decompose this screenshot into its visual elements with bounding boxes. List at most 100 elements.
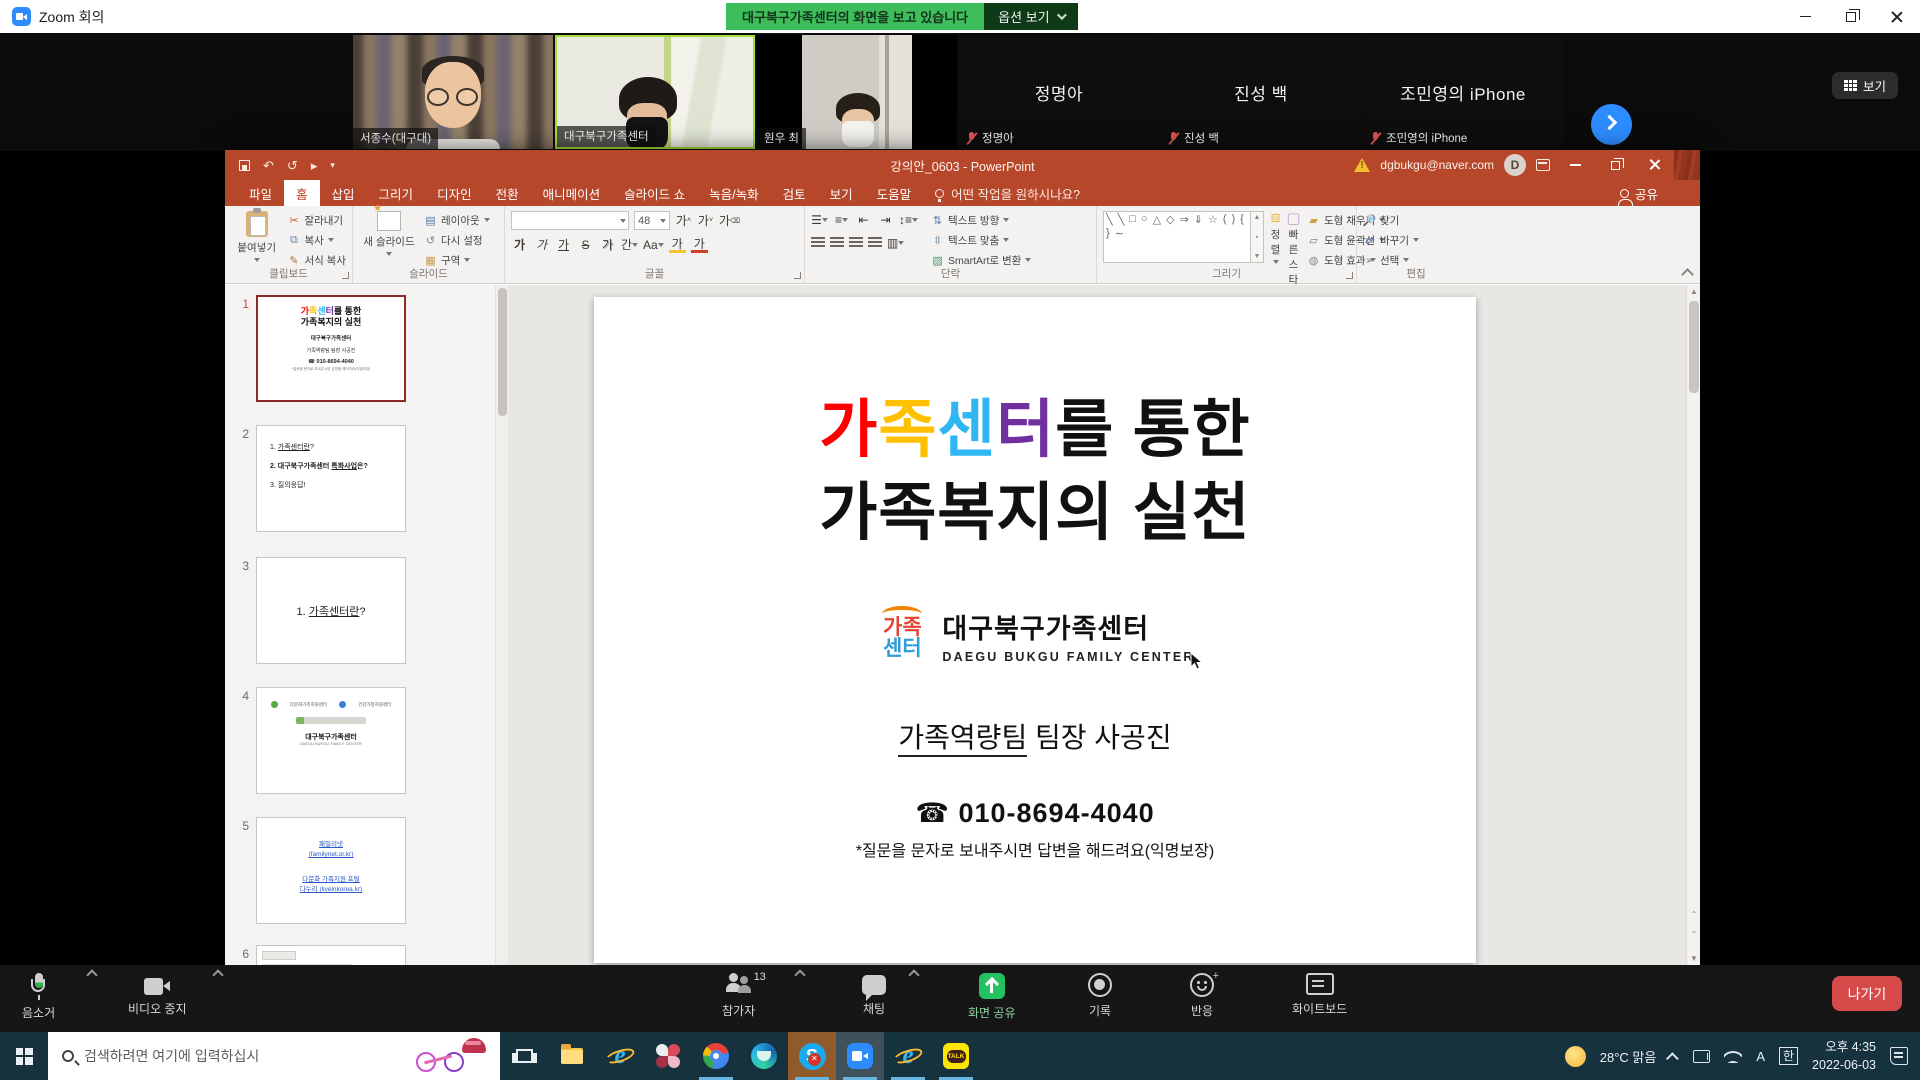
participant-tile-active-speaker[interactable]: 대구북구가족센터 bbox=[555, 35, 755, 149]
zoom-app-button[interactable] bbox=[836, 1032, 884, 1080]
ime-lang-a[interactable]: A bbox=[1756, 1049, 1765, 1064]
tab-slideshow[interactable]: 슬라이드 쇼 bbox=[612, 180, 697, 206]
account-avatar[interactable]: D bbox=[1504, 154, 1526, 176]
shapes-gallery[interactable]: ╲╲□○△◇ ⇒⇓☆(){}∼ bbox=[1103, 211, 1251, 263]
collapse-ribbon-button[interactable] bbox=[1681, 268, 1694, 281]
tab-transitions[interactable]: 전환 bbox=[484, 180, 531, 206]
numbering-button[interactable]: ≡ bbox=[833, 211, 850, 228]
underline-button[interactable]: 가 bbox=[555, 236, 572, 253]
participants-caret[interactable] bbox=[794, 969, 805, 980]
layout-button[interactable]: ▤레이아웃 bbox=[424, 211, 490, 229]
chrome-button[interactable] bbox=[692, 1032, 740, 1080]
text-shadow-button[interactable]: 가 bbox=[599, 236, 616, 253]
show-hidden-icons-caret[interactable] bbox=[1666, 1052, 1679, 1065]
next-participants-button[interactable] bbox=[1591, 104, 1632, 145]
italic-button[interactable]: 가 bbox=[533, 236, 550, 253]
taskbar-search[interactable]: 검색하려면 여기에 입력하십시 bbox=[48, 1032, 500, 1080]
align-right-button[interactable] bbox=[849, 237, 863, 249]
ppt-close-button[interactable] bbox=[1640, 150, 1670, 180]
browser-e-button[interactable]: e bbox=[884, 1032, 932, 1080]
participant-tile[interactable]: 조민영의 iPhone 조민영의 iPhone bbox=[1363, 35, 1563, 149]
file-explorer-button[interactable] bbox=[548, 1032, 596, 1080]
columns-button[interactable]: ▥ bbox=[887, 234, 904, 251]
font-size-box[interactable]: 48 bbox=[634, 211, 670, 230]
line-spacing-button[interactable]: ↕≡ bbox=[899, 211, 918, 228]
ppt-minimize-button[interactable] bbox=[1560, 150, 1590, 180]
slide-thumbnail-3[interactable]: 1. 가족센터란? bbox=[256, 557, 406, 664]
shapes-scroll[interactable]: ▲▪▼ bbox=[1251, 211, 1264, 263]
tab-review[interactable]: 검토 bbox=[771, 180, 818, 206]
ime-korean[interactable]: 한 bbox=[1779, 1047, 1798, 1065]
participant-tile[interactable]: 진성 백 진성 백 bbox=[1161, 35, 1361, 149]
font-name-box[interactable] bbox=[511, 211, 629, 230]
undo-icon[interactable]: ↶ bbox=[263, 159, 274, 172]
edge-button[interactable] bbox=[740, 1032, 788, 1080]
tab-view[interactable]: 보기 bbox=[818, 180, 865, 206]
tab-design[interactable]: 디자인 bbox=[425, 180, 484, 206]
tab-help[interactable]: 도움말 bbox=[865, 180, 924, 206]
minimize-button[interactable] bbox=[1782, 0, 1828, 33]
maximize-button[interactable] bbox=[1828, 0, 1874, 33]
weather-icon[interactable] bbox=[1565, 1046, 1586, 1067]
chat-caret[interactable] bbox=[908, 969, 919, 980]
new-slide-button[interactable]: 새 슬라이드 bbox=[359, 211, 419, 256]
next-slide-icon[interactable]: ⌄ bbox=[1687, 926, 1701, 935]
highlight-color-button[interactable]: 가 bbox=[669, 236, 686, 253]
slideshow-icon[interactable]: ▸ bbox=[311, 159, 318, 172]
tab-file[interactable]: 파일 bbox=[237, 180, 284, 206]
arrange-button[interactable]: ⧈정렬 bbox=[1269, 211, 1282, 264]
internet-explorer-button[interactable]: e bbox=[596, 1032, 644, 1080]
skype-button[interactable]: S bbox=[788, 1032, 836, 1080]
replace-button[interactable]: ⇄바꾸기 bbox=[1363, 231, 1469, 249]
tab-home[interactable]: 홈 bbox=[284, 180, 320, 206]
ppt-maximize-button[interactable] bbox=[1600, 150, 1630, 180]
reset-button[interactable]: ↺다시 설정 bbox=[424, 231, 490, 249]
participant-tile[interactable]: 원우 최 bbox=[757, 35, 957, 149]
start-button[interactable] bbox=[0, 1032, 48, 1080]
cut-button[interactable]: ✂잘라내기 bbox=[287, 211, 346, 229]
slide-scrollbar[interactable]: ▲ ⌃ ⌄ ▼ bbox=[1686, 285, 1700, 965]
ribbon-display-options-icon[interactable] bbox=[1536, 159, 1550, 171]
slide-thumbnail-4[interactable]: 다문화가족지원센터 건강가정지원센터 대구북구가족센터 DAEGU BUKGU … bbox=[256, 687, 406, 794]
close-button[interactable] bbox=[1874, 0, 1920, 33]
save-icon[interactable] bbox=[239, 160, 250, 171]
previous-slide-icon[interactable]: ⌃ bbox=[1687, 910, 1701, 919]
thumbnail-scrollbar[interactable] bbox=[495, 285, 508, 965]
scroll-down-icon[interactable]: ▼ bbox=[1687, 954, 1701, 963]
grow-font-button[interactable]: 가˄ bbox=[675, 212, 692, 229]
scrollbar-thumb[interactable] bbox=[498, 288, 507, 416]
font-dialog-launcher[interactable] bbox=[794, 272, 801, 279]
character-spacing-button[interactable]: 간 bbox=[621, 236, 638, 253]
find-button[interactable]: 🔎찾기 bbox=[1363, 211, 1469, 229]
slide-thumbnail-6[interactable] bbox=[256, 945, 406, 965]
redo-icon[interactable]: ↺ bbox=[287, 159, 298, 172]
weather-text[interactable]: 28°C 맑음 bbox=[1600, 1047, 1657, 1066]
scrollbar-thumb[interactable] bbox=[1689, 301, 1699, 393]
action-center-icon[interactable] bbox=[1890, 1047, 1908, 1065]
tablet-icon[interactable] bbox=[1693, 1050, 1710, 1063]
task-view-button[interactable] bbox=[500, 1032, 548, 1080]
bold-button[interactable]: 가 bbox=[511, 236, 528, 253]
reactions-button[interactable]: + 반응 bbox=[1190, 973, 1214, 1019]
bullets-button[interactable]: ☰ bbox=[811, 211, 828, 228]
increase-indent-button[interactable]: ⇥ bbox=[877, 211, 894, 228]
tab-record[interactable]: 녹음/녹화 bbox=[697, 180, 770, 206]
slide-thumbnail-2[interactable]: 1. 가족센터란? 2. 대구북구가족센터 특화사업은? 3. 질의응답! bbox=[256, 425, 406, 532]
slide-thumbnail-5[interactable]: 패밀리넷 (familynet.or.kr) 다문화 가족지원 포털 다누리 (… bbox=[256, 817, 406, 924]
chat-button[interactable]: 채팅 bbox=[862, 973, 886, 1017]
decrease-indent-button[interactable]: ⇤ bbox=[855, 211, 872, 228]
taskbar-clock[interactable]: 오후 4:35 2022-06-03 bbox=[1812, 1038, 1876, 1074]
warning-icon[interactable] bbox=[1354, 158, 1370, 172]
participant-tile[interactable]: 서종수(대구대) bbox=[353, 35, 553, 149]
justify-button[interactable] bbox=[868, 237, 882, 249]
clipboard-dialog-launcher[interactable] bbox=[342, 272, 349, 279]
mic-options-caret[interactable] bbox=[86, 969, 97, 980]
view-button[interactable]: 보기 bbox=[1832, 72, 1898, 99]
copy-button[interactable]: ⧉복사 bbox=[287, 231, 346, 249]
mute-button[interactable]: 음소거 bbox=[22, 973, 55, 1021]
record-button[interactable]: 기록 bbox=[1088, 973, 1112, 1019]
stop-video-button[interactable]: 비디오 중지 bbox=[128, 973, 187, 1017]
align-text-button[interactable]: ⇳텍스트 맞춤 bbox=[931, 231, 1031, 249]
participant-tile[interactable]: 정명아 정명아 bbox=[959, 35, 1159, 149]
tab-insert[interactable]: 삽입 bbox=[320, 180, 367, 206]
